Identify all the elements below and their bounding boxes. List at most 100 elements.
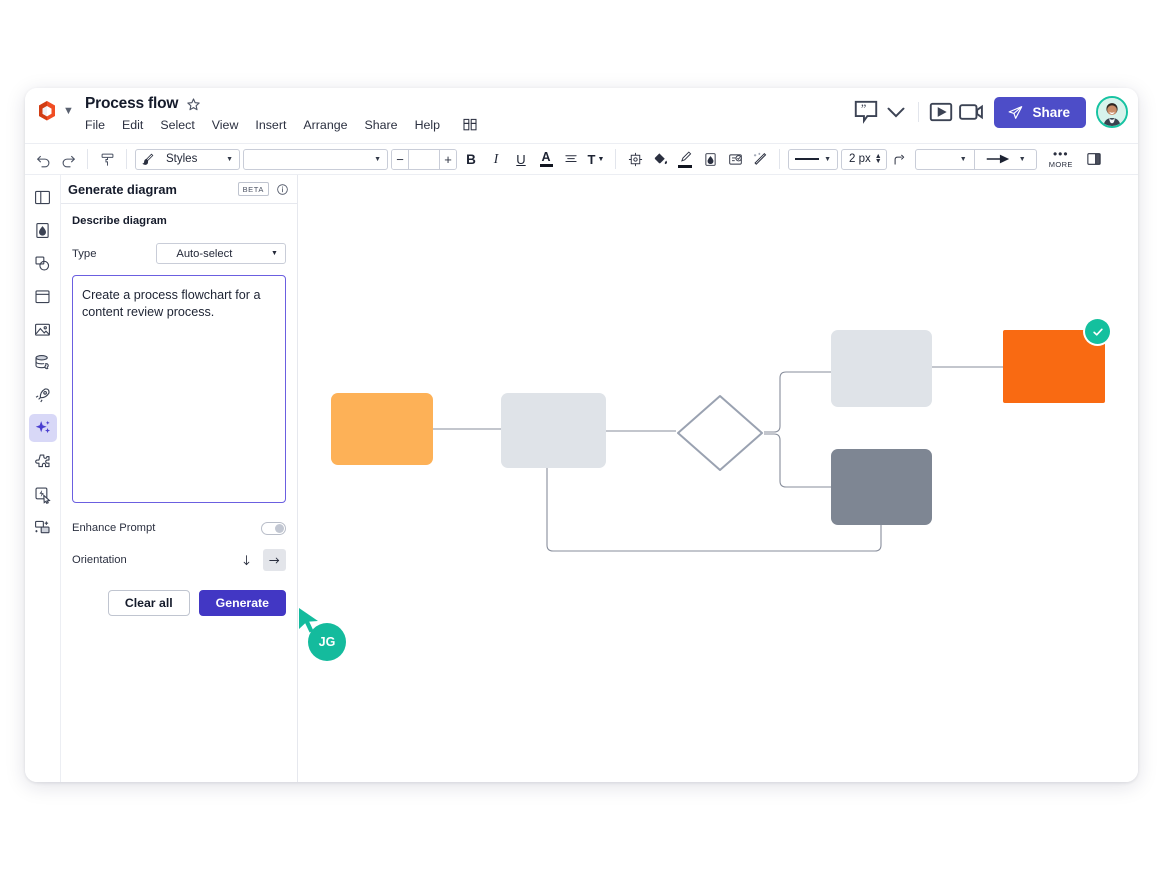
solid-line-icon: [795, 158, 819, 160]
sidebar-item-data[interactable]: [29, 348, 57, 376]
diagram-canvas[interactable]: [298, 175, 1138, 782]
layout-panel-icon: [33, 188, 52, 207]
share-button[interactable]: Share: [994, 97, 1086, 128]
arrow-right-icon: [267, 553, 282, 568]
sidebar-item-add-card[interactable]: [29, 513, 57, 541]
generate-diagram-panel: Generate diagram BETA Describe diagram T…: [61, 175, 298, 782]
menu-help[interactable]: Help: [415, 118, 440, 132]
chevron-down-icon[interactable]: [881, 97, 911, 127]
panel-body: Describe diagram Type Auto-select ▼ Enha…: [61, 204, 297, 616]
check-circle-icon: [1085, 319, 1110, 344]
cards-add-icon: [33, 518, 52, 537]
orientation-vertical-button[interactable]: [235, 549, 258, 571]
line-jump-icon[interactable]: [890, 148, 912, 170]
sidebar-item-templates[interactable]: [29, 183, 57, 211]
menu-file[interactable]: File: [85, 118, 105, 132]
line-style-dropdown[interactable]: ▼: [788, 149, 838, 170]
bold-button[interactable]: B: [460, 148, 482, 170]
sidebar-item-images[interactable]: [29, 315, 57, 343]
info-circle-icon[interactable]: [276, 183, 289, 196]
menu-edit[interactable]: Edit: [122, 118, 143, 132]
connector-decision-to-branch-top: [764, 372, 831, 432]
arrow-down-icon: [239, 553, 254, 568]
styles-label: Styles: [160, 153, 203, 165]
menu-share[interactable]: Share: [365, 118, 398, 132]
node-decision[interactable]: [674, 392, 766, 474]
undo-icon[interactable]: [32, 148, 54, 170]
prompt-input[interactable]: [72, 275, 286, 503]
star-icon[interactable]: [186, 97, 201, 112]
sidebar-item-integrations[interactable]: [29, 447, 57, 475]
line-width-stepper[interactable]: 2 px ▲▼: [841, 149, 887, 170]
ellipsis-icon: •••: [1053, 150, 1069, 158]
arrow-end-dropdown[interactable]: ▼: [974, 150, 1036, 169]
menu-insert[interactable]: Insert: [255, 118, 286, 132]
sidebar-item-ai-generate[interactable]: [29, 414, 57, 442]
node-branch-bottom[interactable]: [831, 449, 932, 525]
paint-bucket-icon[interactable]: [649, 148, 671, 170]
magic-wand-icon[interactable]: [749, 148, 771, 170]
generate-button[interactable]: Generate: [199, 590, 286, 616]
line-color-button[interactable]: [674, 148, 696, 170]
droplet-icon[interactable]: [699, 148, 721, 170]
comment-icon[interactable]: ”: [851, 97, 881, 127]
database-link-icon: [33, 353, 52, 372]
sidebar-item-themes[interactable]: [29, 216, 57, 244]
align-center-icon[interactable]: [560, 148, 582, 170]
logo-menu[interactable]: ▼: [37, 100, 74, 122]
shape-select-icon[interactable]: [624, 148, 646, 170]
toggle-knob: [275, 524, 284, 533]
clear-all-button[interactable]: Clear all: [108, 590, 190, 616]
font-size-decrease[interactable]: −: [392, 150, 409, 169]
panel-actions: Clear all Generate: [72, 590, 286, 616]
node-start[interactable]: [331, 393, 433, 465]
italic-button[interactable]: I: [485, 148, 507, 170]
rocket-icon: [33, 386, 52, 405]
sidebar-item-quick-actions[interactable]: [29, 480, 57, 508]
describe-diagram-heading: Describe diagram: [72, 215, 286, 227]
font-family-dropdown[interactable]: ▼: [243, 149, 388, 170]
orientation-horizontal-button[interactable]: [263, 549, 286, 571]
menu-select[interactable]: Select: [160, 118, 194, 132]
font-size-stepper[interactable]: − +: [391, 149, 457, 170]
menu-view[interactable]: View: [212, 118, 239, 132]
redo-icon[interactable]: [57, 148, 79, 170]
arrow-end-icon: [985, 153, 1011, 165]
image-icon: [33, 320, 52, 339]
chevron-down-icon: ▼: [371, 156, 387, 163]
divider: [779, 149, 780, 169]
apps-grid-icon[interactable]: [462, 117, 478, 133]
menu-arrange[interactable]: Arrange: [303, 118, 347, 132]
quick-action-icon: [33, 485, 52, 504]
sidebar-item-shapes[interactable]: [29, 249, 57, 277]
video-camera-icon[interactable]: [956, 97, 986, 127]
left-rail: [25, 175, 61, 782]
more-label: MORE: [1049, 160, 1073, 169]
present-play-icon[interactable]: [926, 97, 956, 127]
text-color-swatch: [540, 164, 553, 167]
right-panel-icon[interactable]: [1083, 148, 1105, 170]
line-width-value: 2 px: [849, 153, 871, 165]
more-button[interactable]: ••• MORE: [1044, 150, 1078, 169]
font-size-increase[interactable]: +: [439, 150, 456, 169]
text-color-button[interactable]: A: [535, 148, 557, 170]
format-toolbar: Styles ▼ ▼ − + B I U A T▼: [25, 144, 1138, 175]
type-dropdown[interactable]: Auto-select ▼: [156, 243, 286, 264]
node-step-2[interactable]: [501, 393, 606, 468]
format-painter-icon[interactable]: [96, 148, 118, 170]
divider: [87, 149, 88, 169]
node-branch-top[interactable]: [831, 330, 932, 407]
font-size-value[interactable]: [409, 150, 439, 169]
underline-button[interactable]: U: [510, 148, 532, 170]
styles-dropdown[interactable]: Styles ▼: [135, 149, 240, 170]
note-check-icon[interactable]: [724, 148, 746, 170]
text-options-button[interactable]: T▼: [585, 148, 607, 170]
enhance-prompt-toggle[interactable]: [261, 522, 286, 535]
theme-droplet-icon: [33, 221, 52, 240]
line-width-spin[interactable]: ▲▼: [875, 154, 882, 164]
arrow-start-dropdown[interactable]: ▼: [916, 150, 974, 169]
sidebar-item-getting-started[interactable]: [29, 381, 57, 409]
arrow-style-group[interactable]: ▼ ▼: [915, 149, 1037, 170]
avatar[interactable]: [1096, 96, 1128, 128]
sidebar-item-containers[interactable]: [29, 282, 57, 310]
